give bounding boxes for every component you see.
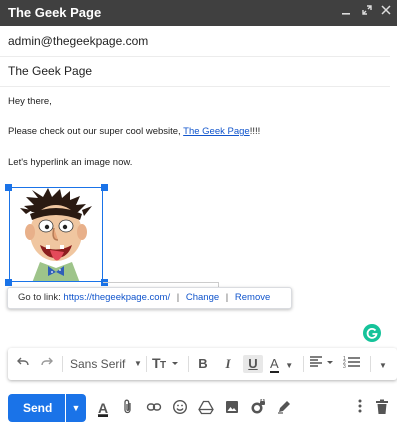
- body-line-2: Let's hyperlink an image now.: [8, 157, 133, 168]
- inserted-image[interactable]: [9, 187, 103, 282]
- redo-icon[interactable]: [38, 355, 56, 373]
- attach-icon[interactable]: [119, 399, 137, 417]
- link-bubble-separator: |: [176, 292, 180, 303]
- grammarly-icon[interactable]: [363, 324, 381, 342]
- link-bubble-url[interactable]: https://thegeekpage.com/: [63, 292, 170, 303]
- minimize-icon[interactable]: [338, 3, 354, 21]
- recipients-field[interactable]: admin@thegeekpage.com: [0, 27, 390, 57]
- body-greeting: Hey there,: [8, 96, 52, 107]
- chevron-down-icon: ▼: [285, 361, 294, 370]
- signature-icon[interactable]: [275, 399, 293, 417]
- resize-handle-bottom-left[interactable]: [5, 279, 12, 286]
- compose-titlebar[interactable]: The Geek Page: [0, 0, 397, 26]
- subject-field[interactable]: The Geek Page: [0, 57, 390, 87]
- drive-icon[interactable]: [197, 399, 215, 417]
- confidential-mode-icon[interactable]: [249, 398, 267, 417]
- text-color-letter: A: [270, 356, 279, 373]
- body-line-1: Please check out our super cool website,…: [8, 126, 260, 137]
- font-family-label: Sans Serif: [70, 357, 126, 371]
- toolbar-divider: [370, 356, 371, 372]
- send-options-button[interactable]: ▼: [66, 394, 86, 422]
- close-icon[interactable]: [378, 3, 394, 21]
- italic-icon[interactable]: I: [219, 355, 237, 373]
- toolbar-divider: [146, 356, 147, 372]
- numbered-list-icon[interactable]: 123: [342, 355, 364, 373]
- body-line-1-suffix: !!!!: [249, 126, 261, 137]
- remove-link-button[interactable]: Remove: [235, 292, 270, 303]
- toolbar-divider: [303, 356, 304, 372]
- geek-page-link[interactable]: The Geek Page: [183, 126, 250, 137]
- expand-icon[interactable]: [359, 3, 375, 21]
- font-family-dropdown[interactable]: Sans Serif ▼: [68, 355, 144, 373]
- text-size-icon[interactable]: TT: [152, 355, 182, 373]
- link-bubble: Go to link: https://thegeekpage.com/ | C…: [7, 287, 292, 309]
- toolbar-divider: [188, 356, 189, 372]
- toolbar-divider: [62, 356, 63, 372]
- underline-icon[interactable]: U: [243, 355, 263, 373]
- chevron-down-icon: ▼: [379, 361, 387, 370]
- svg-text:3: 3: [343, 364, 346, 369]
- formatting-toggle-letter: A: [97, 400, 109, 417]
- bold-icon[interactable]: B: [194, 355, 212, 373]
- body-line-1-text: Please check out our super cool website,: [8, 126, 184, 137]
- emoji-icon[interactable]: [171, 399, 189, 417]
- insert-link-icon[interactable]: [145, 399, 163, 417]
- discard-icon[interactable]: [373, 399, 391, 417]
- chevron-down-icon: ▼: [134, 359, 142, 368]
- svg-text:T: T: [160, 360, 166, 371]
- undo-icon[interactable]: [14, 355, 32, 373]
- chevron-down-icon: ▼: [71, 403, 81, 413]
- align-icon[interactable]: [309, 355, 337, 373]
- more-options-icon[interactable]: [351, 399, 369, 417]
- send-button[interactable]: Send: [8, 394, 65, 422]
- text-color-icon[interactable]: A ▼: [270, 355, 298, 373]
- resize-handle-top-right[interactable]: [101, 184, 108, 191]
- link-bubble-prefix: Go to link:: [18, 292, 61, 303]
- resize-handle-top-left[interactable]: [5, 184, 12, 191]
- link-bubble-separator: |: [225, 292, 229, 303]
- formatting-toggle-icon[interactable]: A: [94, 399, 112, 417]
- change-link-button[interactable]: Change: [186, 292, 219, 303]
- more-formatting-icon[interactable]: ▼: [374, 355, 392, 373]
- insert-photo-icon[interactable]: [223, 399, 241, 417]
- formatting-toolbar: Sans Serif ▼ TT B I U A ▼ 123 ▼: [8, 348, 397, 380]
- compose-title: The Geek Page: [8, 5, 102, 20]
